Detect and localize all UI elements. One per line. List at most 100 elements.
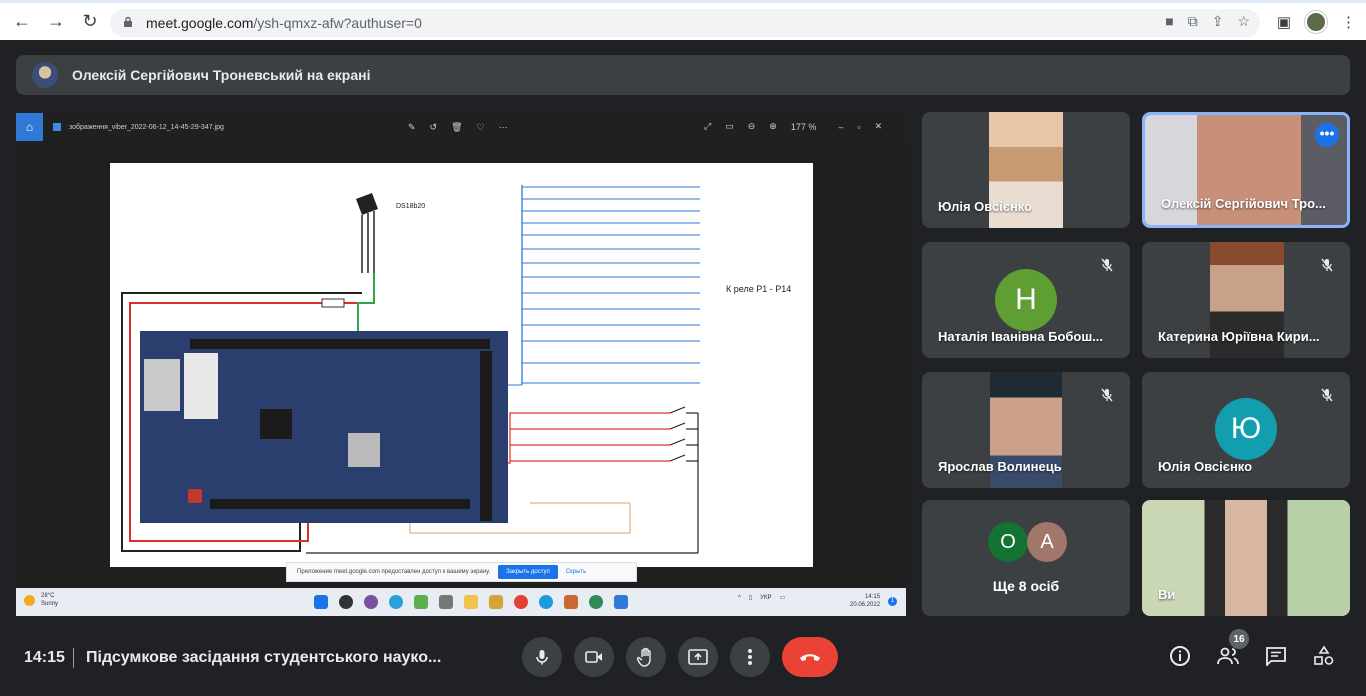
forward-icon[interactable]: → [44, 10, 68, 34]
circuit-diagram-image: DS18b20 К реле Р1 - Р14 [110, 163, 813, 567]
activities-button[interactable] [1311, 643, 1337, 669]
leave-call-button[interactable] [782, 637, 838, 677]
camera-icon [585, 651, 602, 663]
avatar: О [988, 522, 1028, 562]
relay-label: К реле Р1 - Р14 [726, 284, 792, 294]
meeting-details-button[interactable] [1167, 643, 1193, 669]
meeting-title: Підсумкове засідання студентського науко… [86, 649, 442, 666]
hide-notice-link: Скрыть [565, 569, 587, 575]
telegram-icon [389, 595, 403, 609]
sun-icon [24, 594, 35, 606]
profile-avatar[interactable] [1305, 11, 1327, 33]
zoom-level: 177 % [790, 121, 817, 132]
zoom-out-icon: ⊖ [747, 121, 756, 131]
raise-hand-button[interactable] [626, 637, 666, 677]
lock-icon [122, 16, 136, 30]
zoom-in-icon: ⊕ [769, 121, 777, 131]
more-icon: ⋯ [498, 122, 508, 132]
mic-off-icon [1314, 382, 1340, 408]
app-icon [414, 595, 428, 609]
address-bar[interactable]: meet.google.com/ysh-qmxz-afw?authuser=0 … [110, 9, 1260, 37]
stop-sharing-button: Закрыть доступ [498, 565, 558, 579]
participants-count-badge: 16 [1229, 629, 1249, 649]
edge-icon [539, 595, 553, 609]
image-file-icon [53, 123, 61, 131]
more-options-button[interactable] [730, 637, 770, 677]
self-view-tile[interactable]: Ви [1142, 500, 1350, 616]
fullscreen-icon: ⤢ [704, 121, 712, 131]
meeting-controls-bar: 14:15 Підсумкове засідання студентського… [0, 628, 1366, 696]
taskbar-clock: 14:15 20.06.2022 [850, 594, 881, 608]
camera-in-use-icon[interactable]: ■ [1165, 13, 1173, 30]
url-text: meet.google.com/ysh-qmxz-afw?authuser=0 [146, 15, 422, 31]
back-icon[interactable]: ← [10, 10, 34, 34]
browser-toolbar: ← → ↻ meet.google.com/ysh-qmxz-afw?authu… [0, 0, 1366, 40]
bookmark-star-icon[interactable]: ☆ [1237, 13, 1250, 30]
mic-off-icon [1094, 382, 1120, 408]
favorite-icon: ♡ [476, 122, 485, 132]
meeting-time: 14:15 [24, 649, 65, 666]
divider [73, 648, 74, 668]
arduino-board-photo [140, 331, 508, 523]
participant-tile-speaking[interactable]: ••• Олексій Сергійович Тро... [1142, 112, 1350, 228]
folder-icon [464, 595, 478, 609]
kebab-icon [748, 649, 752, 665]
screen-share-notice: Приложение meet.google.com предоставлен … [286, 562, 637, 582]
mic-icon [536, 650, 548, 665]
keyboard-language: УКР [760, 594, 772, 601]
app2-icon [589, 595, 603, 609]
menu-kebab-icon[interactable]: ⋮ [1341, 13, 1356, 31]
settings-icon [439, 595, 453, 609]
participant-tile[interactable]: Ю Юлія Овсієнко [1142, 372, 1350, 488]
game-icon [564, 595, 578, 609]
chat-icon [1266, 647, 1286, 666]
participant-tile[interactable]: Н Наталія Іванівна Бобош... [922, 242, 1130, 358]
chat-button[interactable] [1263, 643, 1289, 669]
mic-off-icon [1094, 252, 1120, 278]
more-participants-tile[interactable]: О А Ще 8 осіб [922, 500, 1130, 616]
tray-mic-icon: ▯ [748, 595, 753, 601]
hang-up-icon [800, 654, 820, 661]
participant-tile[interactable]: Ярослав Волинець [922, 372, 1130, 488]
edit-icon: ✎ [408, 122, 416, 132]
search-icon [339, 595, 353, 609]
presenter-text: Олексій Сергійович Троневський на екрані [72, 67, 371, 83]
avatar: Ю [1215, 398, 1277, 460]
explorer-icon [489, 595, 503, 609]
reload-icon[interactable]: ↻ [78, 10, 102, 34]
shared-screen: ⌂ зображення_viber_2022-06-12_14-45-29-3… [16, 113, 906, 616]
hand-icon [637, 647, 651, 667]
share-icon[interactable]: ⇪ [1212, 13, 1224, 30]
present-screen-button[interactable] [678, 637, 718, 677]
network-icon: ▭ [779, 595, 786, 601]
delete-icon: 🗑 [451, 122, 463, 132]
close-icon: ✕ [874, 121, 883, 131]
chrome-icon [514, 595, 528, 609]
home-icon: ⌂ [16, 113, 43, 141]
windows-taskbar: 28°C Sunny ^ ▯ УКР ▭ 14:15 20.06.2022 1 [16, 588, 906, 616]
participant-tile[interactable]: Катерина Юріївна Кири... [1142, 242, 1350, 358]
mic-off-icon [1314, 252, 1340, 278]
restore-icon: ▫ [857, 121, 861, 132]
weather-widget: 28°C Sunny [24, 592, 58, 608]
more-options-icon[interactable]: ••• [1315, 123, 1339, 147]
microphone-button[interactable] [522, 637, 562, 677]
more-participants-label: Ще 8 осіб [992, 578, 1060, 594]
system-tray: ^ ▯ УКР ▭ [738, 594, 786, 602]
taskbar-apps [314, 595, 628, 609]
avatar: А [1027, 522, 1067, 562]
photos-icon [614, 595, 628, 609]
tray-chevron-icon: ^ [738, 594, 741, 601]
fit-icon: ▭ [725, 121, 734, 131]
participant-tile[interactable]: Юлія Овсієнко [922, 112, 1130, 228]
presenter-avatar [32, 62, 58, 88]
camera-button[interactable] [574, 637, 614, 677]
side-panel-icon[interactable]: ▣ [1277, 13, 1291, 31]
viber-icon [364, 595, 378, 609]
present-icon [688, 649, 708, 665]
image-viewer-toolbar: ⌂ зображення_viber_2022-06-12_14-45-29-3… [16, 113, 906, 141]
translate-icon[interactable]: ⧉ [1188, 13, 1198, 30]
activities-icon [1314, 645, 1334, 665]
minimize-icon: – [838, 121, 844, 132]
share-notice-text: Приложение meet.google.com предоставлен … [297, 569, 491, 575]
